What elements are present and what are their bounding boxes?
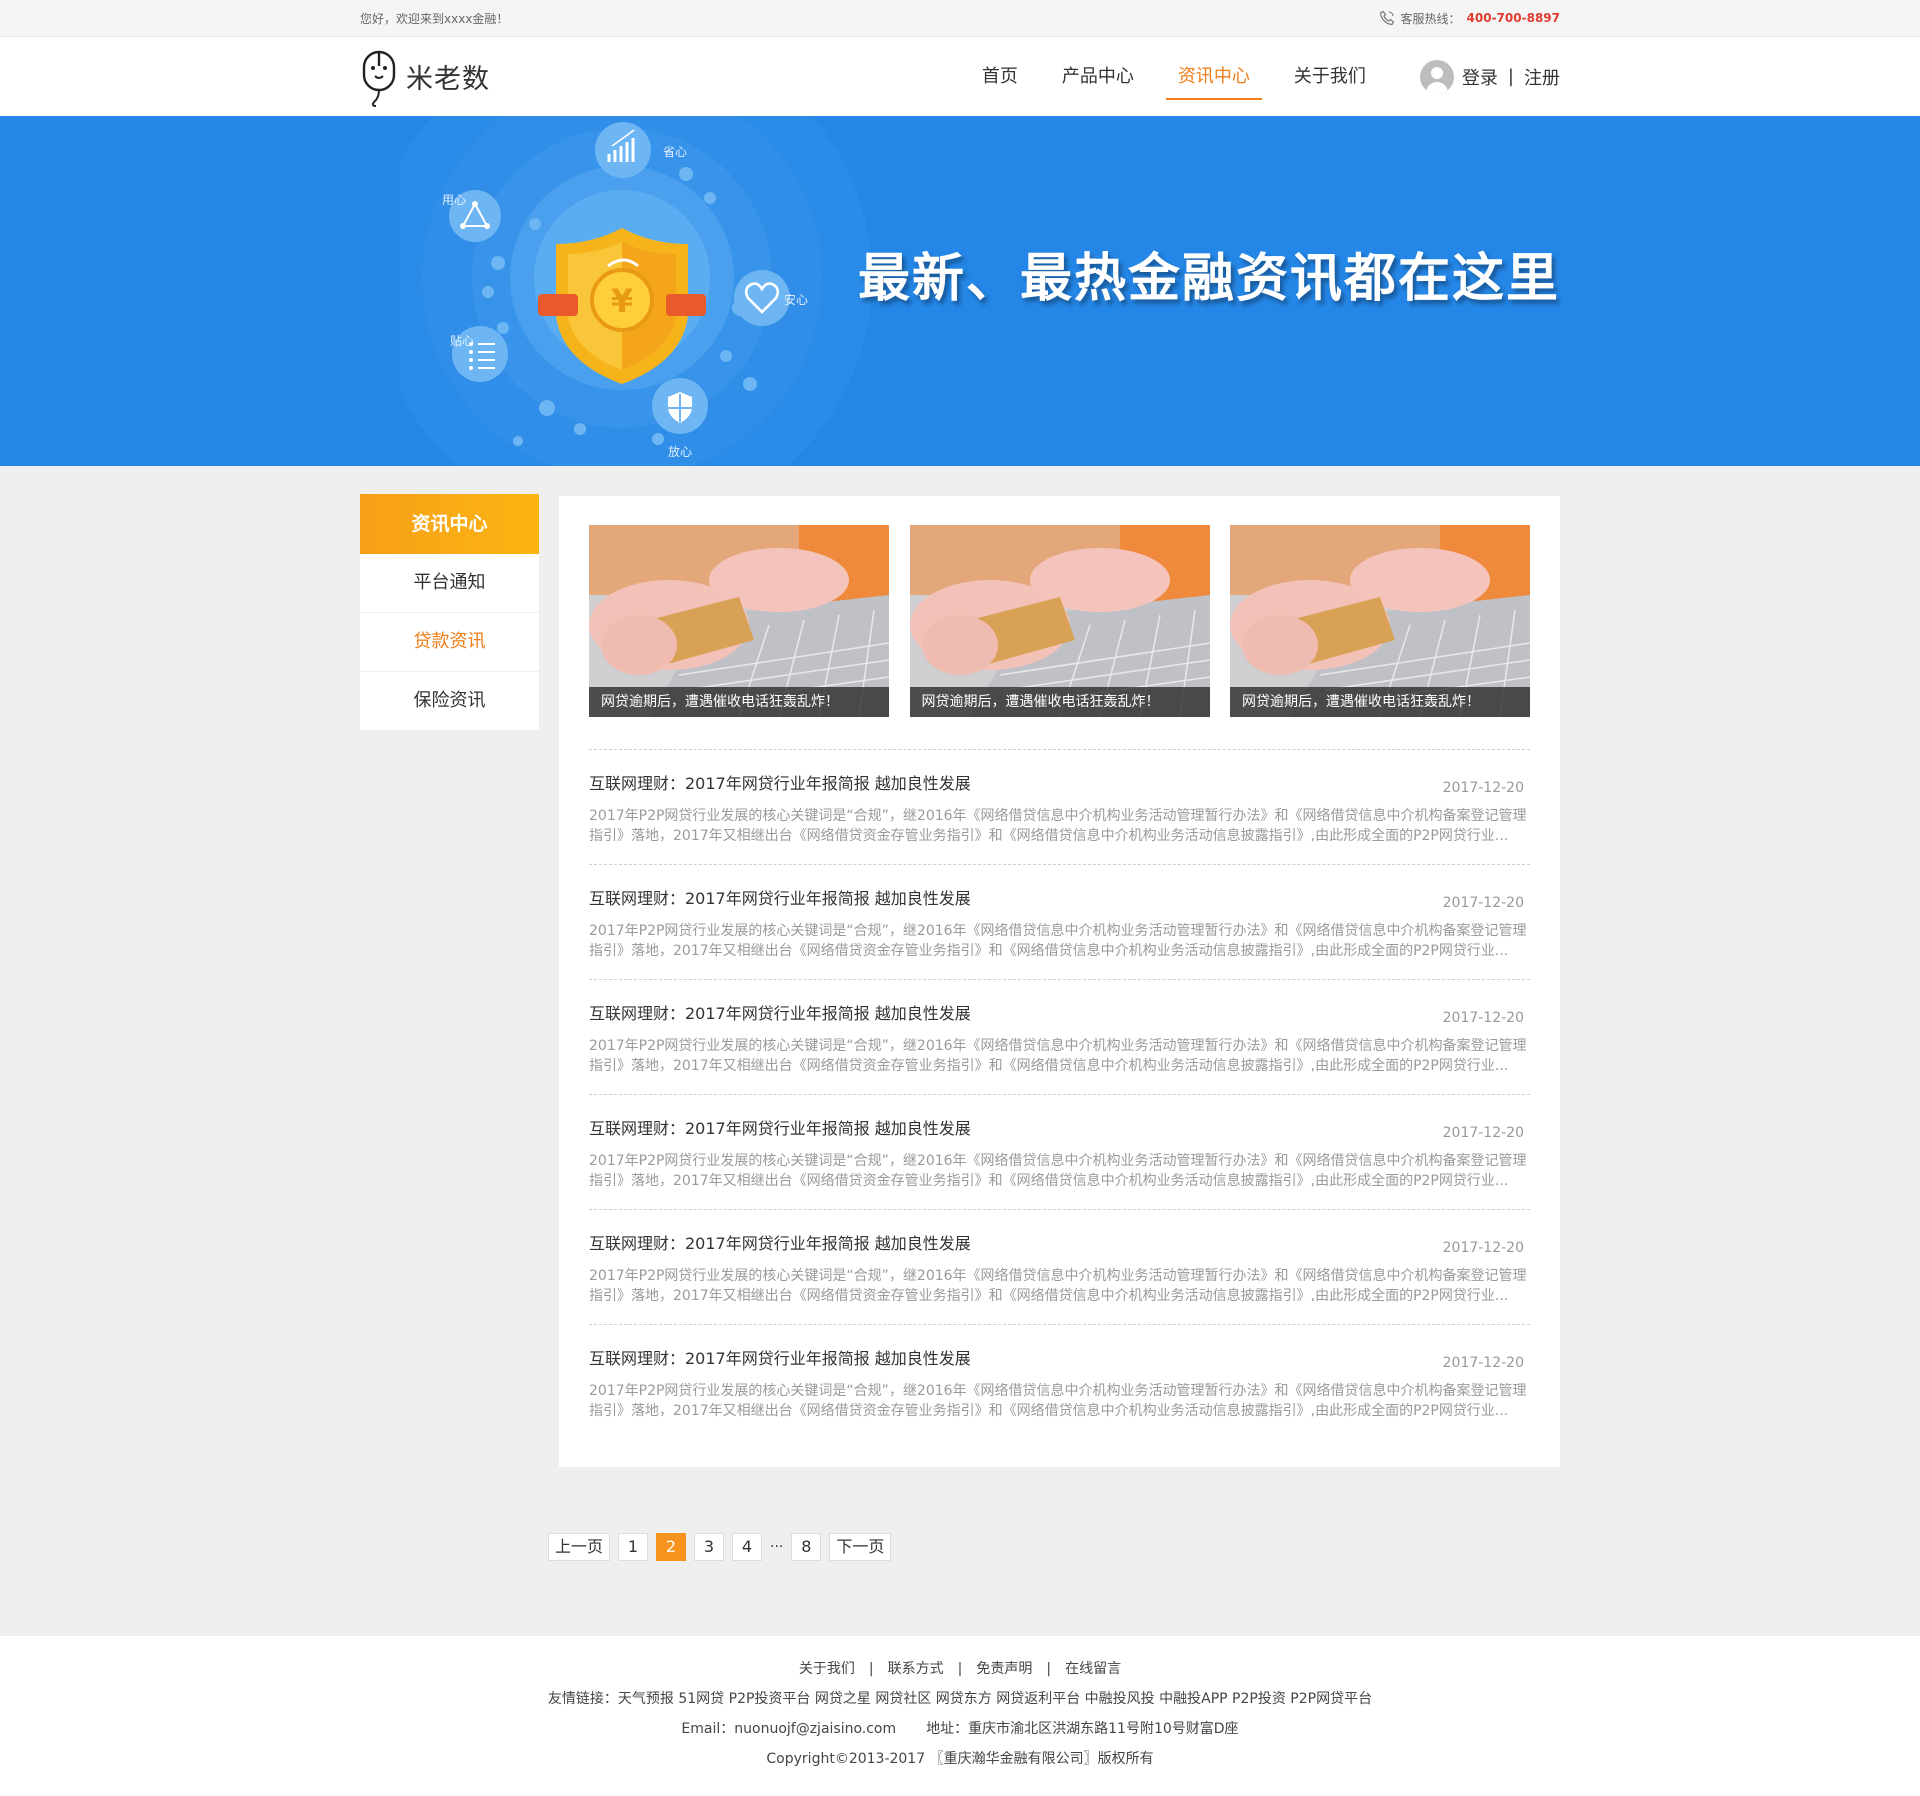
page-button[interactable]: 1 — [618, 1533, 649, 1561]
news-item[interactable]: 互联网理财：2017年网贷行业年报简报 越加良性发展 2017-12-20 20… — [589, 1094, 1530, 1209]
news-title[interactable]: 互联网理财：2017年网贷行业年报简报 越加良性发展 — [589, 1345, 1530, 1369]
nav-about[interactable]: 关于我们 — [1280, 37, 1380, 116]
mouse-logo-icon — [362, 50, 396, 107]
nav-news[interactable]: 资讯中心 — [1164, 37, 1264, 116]
thumb-caption: 网贷逾期后，遭遇催收电话狂轰乱炸！ — [909, 687, 1210, 717]
icon-label-anxin: 安心 — [784, 292, 808, 307]
news-item[interactable]: 互联网理财：2017年网贷行业年报简报 越加良性发展 2017-12-20 20… — [589, 749, 1530, 864]
footer-separator: | — [957, 1661, 963, 1677]
footer-links: 关于我们 | 联系方式 | 免责声明 | 在线留言 — [0, 1636, 1920, 1684]
news-date: 2017-12-20 — [1442, 1010, 1524, 1026]
main-nav: 首页 产品中心 资讯中心 关于我们 — [952, 37, 1380, 116]
news-date: 2017-12-20 — [1442, 780, 1524, 796]
welcome-text: 您好，欢迎来到xxxx金融！ — [360, 11, 509, 26]
nav-home[interactable]: 首页 — [968, 37, 1032, 116]
icon-label-fangxin: 放心 — [668, 444, 692, 459]
news-title[interactable]: 互联网理财：2017年网贷行业年报简报 越加良性发展 — [589, 885, 1530, 909]
sidebar-item-platform-notice[interactable]: 平台通知 — [360, 554, 539, 613]
sidebar-item-insurance-news[interactable]: 保险资讯 — [360, 672, 539, 730]
featured-thumb[interactable]: 网贷逾期后，遭遇催收电话狂轰乱炸！ — [909, 525, 1210, 717]
logo-text: 米老数 — [406, 64, 490, 95]
news-title[interactable]: 互联网理财：2017年网贷行业年报简报 越加良性发展 — [589, 1230, 1530, 1254]
header: 米老数 首页 产品中心 资讯中心 关于我们 登录 | 注册 — [0, 37, 1920, 116]
main-content: 资讯中心 平台通知 贷款资讯 保险资讯 网贷逾期后，遭遇催收电话狂轰乱炸！ 网贷… — [0, 466, 1920, 1561]
icon-label-shengxin: 省心 — [663, 145, 687, 159]
page-button[interactable]: 3 — [694, 1533, 725, 1561]
news-summary: 2017年P2P网贷行业发展的核心关键词是“合规”，继2016年《网络借贷信息中… — [589, 808, 1527, 844]
footer-copyright: Copyright©2013-2017 〖重庆瀚华金融有限公司〗版权所有 — [766, 1751, 1154, 1767]
news-summary: 2017年P2P网贷行业发展的核心关键词是“合规”，继2016年《网络借贷信息中… — [589, 1383, 1527, 1419]
nav-products[interactable]: 产品中心 — [1048, 37, 1148, 116]
footer-separator: | — [868, 1661, 874, 1677]
news-date: 2017-12-20 — [1442, 1355, 1524, 1371]
footer-separator: | — [1046, 1661, 1052, 1677]
icon-label-yongxin: 用心 — [442, 193, 466, 207]
footer-link-disclaimer[interactable]: 免责声明 — [976, 1661, 1032, 1677]
news-summary: 2017年P2P网贷行业发展的核心关键词是“合规”，继2016年《网络借贷信息中… — [589, 1153, 1527, 1189]
hotline-number: 400-700-8897 — [1466, 11, 1560, 25]
phone-icon — [1379, 10, 1394, 26]
footer-link-about[interactable]: 关于我们 — [799, 1661, 855, 1677]
thumb-caption: 网贷逾期后，遭遇催收电话狂轰乱炸！ — [589, 687, 889, 717]
sidebar: 资讯中心 平台通知 贷款资讯 保险资讯 — [360, 494, 539, 730]
news-item[interactable]: 互联网理财：2017年网贷行业年报简报 越加良性发展 2017-12-20 20… — [589, 1324, 1530, 1439]
friend-links[interactable]: 友情链接：天气预报 51网贷 P2P投资平台 网贷之星 网贷社区 网贷东方 网贷… — [0, 1684, 1920, 1714]
page-button-current[interactable]: 2 — [656, 1533, 687, 1561]
hotline: 客服热线： 400-700-8897 — [1379, 10, 1560, 27]
news-date: 2017-12-20 — [1442, 1240, 1524, 1256]
news-title[interactable]: 互联网理财：2017年网贷行业年报简报 越加良性发展 — [589, 1000, 1530, 1024]
footer-email: Email：nuonuojf@zjaisino.com — [681, 1721, 897, 1737]
featured-thumb[interactable]: 网贷逾期后，遭遇催收电话狂轰乱炸！ — [589, 525, 889, 717]
page-ellipsis: ··· — [770, 1539, 784, 1555]
footer-link-contact[interactable]: 联系方式 — [888, 1661, 944, 1677]
pagination: 上一页 1 2 3 4 ··· 8 下一页 — [548, 1533, 892, 1561]
security-shield-illustration: 省心 用心 安心 贴心 放心 ¥ — [400, 116, 872, 466]
page-button[interactable]: 4 — [732, 1533, 763, 1561]
featured-thumb[interactable]: 网贷逾期后，遭遇催收电话狂轰乱炸！ — [1230, 525, 1530, 717]
featured-thumbs: 网贷逾期后，遭遇催收电话狂轰乱炸！ 网贷逾期后，遭遇催收电话狂轰乱炸！ 网贷逾期… — [589, 525, 1530, 717]
logo[interactable]: 米老数 — [360, 46, 490, 108]
news-panel: 网贷逾期后，遭遇催收电话狂轰乱炸！ 网贷逾期后，遭遇催收电话狂轰乱炸！ 网贷逾期… — [559, 496, 1560, 1467]
news-title[interactable]: 互联网理财：2017年网贷行业年报简报 越加良性发展 — [589, 1115, 1530, 1139]
prev-page-button[interactable]: 上一页 — [548, 1533, 611, 1561]
avatar-icon — [1419, 59, 1454, 94]
login-link[interactable]: 登录 — [1462, 64, 1498, 90]
news-title[interactable]: 互联网理财：2017年网贷行业年报简报 越加良性发展 — [589, 770, 1530, 794]
news-summary: 2017年P2P网贷行业发展的核心关键词是“合规”，继2016年《网络借贷信息中… — [589, 1038, 1527, 1074]
news-item[interactable]: 互联网理财：2017年网贷行业年报简报 越加良性发展 2017-12-20 20… — [589, 1209, 1530, 1324]
svg-text:¥: ¥ — [611, 282, 633, 320]
news-date: 2017-12-20 — [1442, 895, 1524, 911]
thumb-caption: 网贷逾期后，遭遇催收电话狂轰乱炸！ — [1230, 687, 1530, 717]
login-separator: | — [1507, 66, 1514, 87]
news-date: 2017-12-20 — [1442, 1125, 1524, 1141]
footer-contact: Email：nuonuojf@zjaisino.com 地址：重庆市渝北区洪湖东路… — [0, 1714, 1920, 1744]
news-item[interactable]: 互联网理财：2017年网贷行业年报简报 越加良性发展 2017-12-20 20… — [589, 979, 1530, 1094]
footer-address: 地址：重庆市渝北区洪湖东路11号附10号财富D座 — [926, 1721, 1239, 1737]
icon-label-tiexin: 贴心 — [450, 334, 474, 348]
register-link[interactable]: 注册 — [1524, 64, 1560, 90]
footer: 关于我们 | 联系方式 | 免责声明 | 在线留言 友情链接：天气预报 51网贷 P2P投资… — [0, 1636, 1920, 1796]
news-list: 互联网理财：2017年网贷行业年报简报 越加良性发展 2017-12-20 20… — [589, 749, 1530, 1439]
banner-title: 最新、最热金融资讯都在这里 — [857, 249, 1560, 309]
news-summary: 2017年P2P网贷行业发展的核心关键词是“合规”，继2016年《网络借贷信息中… — [589, 923, 1527, 959]
user-area: 登录 | 注册 — [1419, 59, 1560, 94]
sidebar-item-loan-news[interactable]: 贷款资讯 — [360, 613, 539, 672]
hotline-label: 客服热线： — [1400, 11, 1461, 26]
news-summary: 2017年P2P网贷行业发展的核心关键词是“合规”，继2016年《网络借贷信息中… — [589, 1268, 1527, 1304]
news-item[interactable]: 互联网理财：2017年网贷行业年报简报 越加良性发展 2017-12-20 20… — [589, 864, 1530, 979]
next-page-button[interactable]: 下一页 — [829, 1533, 892, 1561]
sidebar-title: 资讯中心 — [360, 494, 539, 554]
footer-link-message[interactable]: 在线留言 — [1065, 1661, 1121, 1677]
top-bar: 您好，欢迎来到xxxx金融！ 客服热线： 400-700-8897 — [0, 0, 1920, 37]
page-button-last[interactable]: 8 — [791, 1533, 822, 1561]
banner: 省心 用心 安心 贴心 放心 ¥ 最新、最热金融资讯都在这里 — [0, 116, 1920, 466]
